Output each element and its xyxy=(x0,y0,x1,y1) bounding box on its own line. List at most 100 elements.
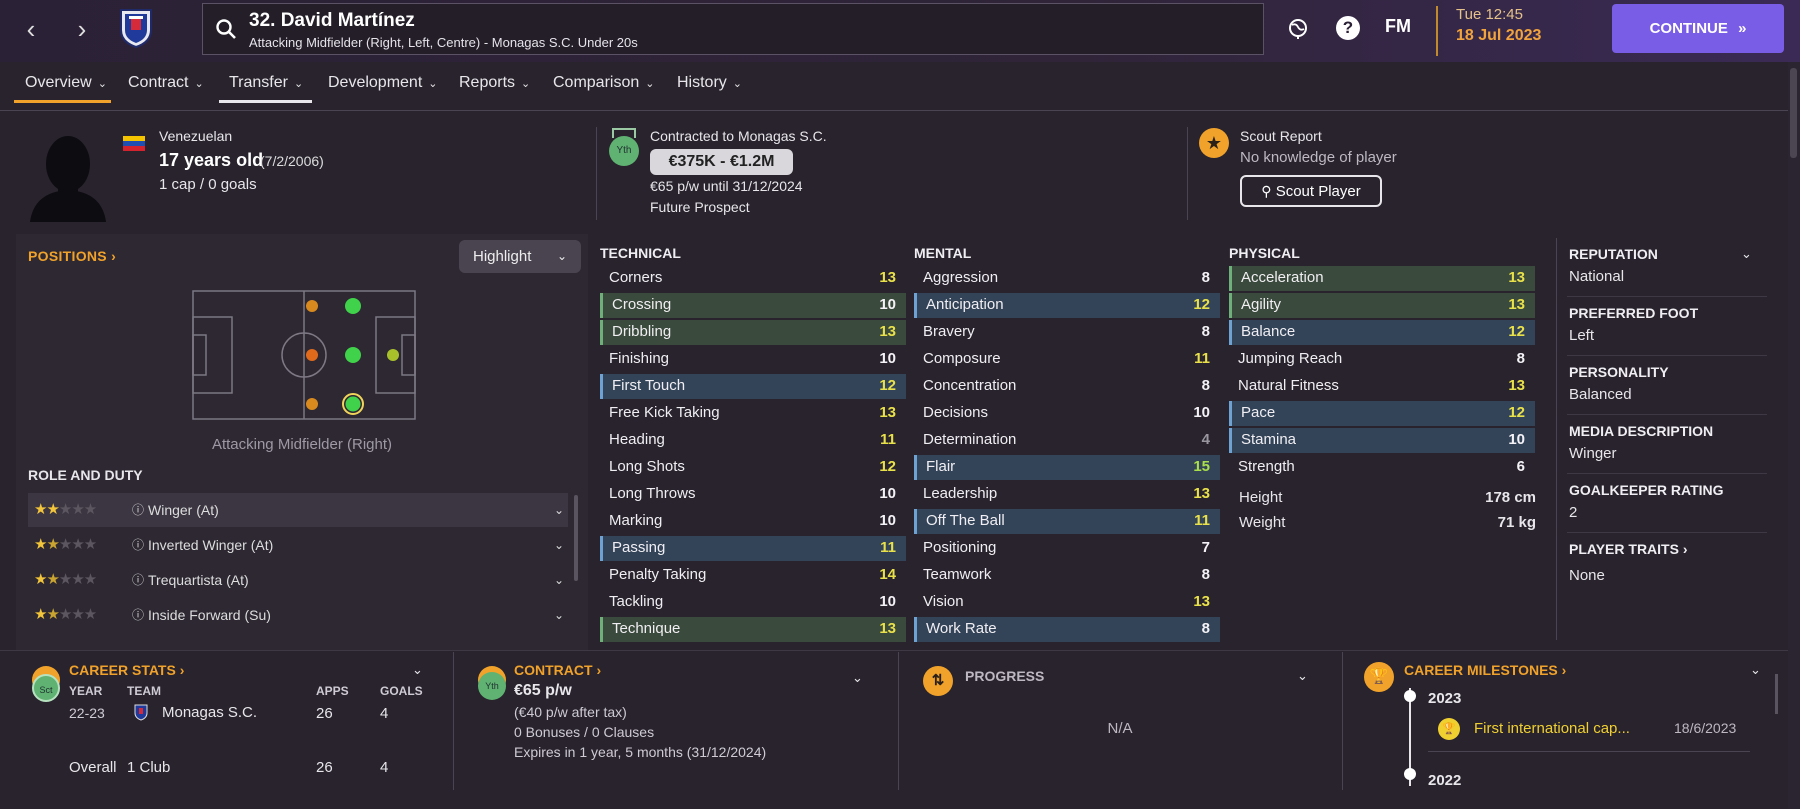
milestones-scrollbar[interactable] xyxy=(1775,674,1778,714)
attribute-value: 11 xyxy=(880,539,896,556)
contract-title[interactable]: CONTRACT › xyxy=(514,662,601,678)
info-icon[interactable]: ⓘ xyxy=(132,528,144,562)
attribute-row-penalty-taking[interactable]: Penalty Taking 14 xyxy=(600,563,906,588)
chevron-down-icon: ⌄ xyxy=(521,78,531,90)
attribute-row-pace[interactable]: Pace 12 xyxy=(1229,401,1535,426)
club-crest-icon[interactable] xyxy=(119,8,153,48)
role-rating-stars: ★★★★★ xyxy=(34,536,97,553)
attribute-row-first-touch[interactable]: First Touch 12 xyxy=(600,374,906,399)
back-arrow-icon[interactable]: ‹ xyxy=(16,14,46,44)
contract-after-tax: (€40 p/w after tax) xyxy=(514,704,627,720)
tab-transfer[interactable]: Transfer ⌄ xyxy=(229,74,303,92)
tab-overview[interactable]: Overview ⌄ xyxy=(25,74,107,92)
help-icon[interactable]: ? xyxy=(1336,16,1360,40)
tab-history[interactable]: History ⌄ xyxy=(677,74,742,92)
attribute-row-marking[interactable]: Marking 10 xyxy=(600,509,906,534)
transfer-value-range[interactable]: €375K - €1.2M xyxy=(650,149,793,175)
chevron-down-icon[interactable]: ⌄ xyxy=(554,493,564,527)
player-search-box[interactable]: 32. David Martínez Attacking Midfielder … xyxy=(202,3,1264,55)
chevron-right-icon: › xyxy=(596,662,602,678)
attribute-row-work-rate[interactable]: Work Rate 8 xyxy=(914,617,1220,642)
player-position-subtitle: Attacking Midfielder (Right, Left, Centr… xyxy=(249,35,638,50)
info-icon[interactable]: ⓘ xyxy=(132,563,144,597)
chevron-down-icon[interactable]: ⌄ xyxy=(554,528,564,562)
attribute-row-finishing[interactable]: Finishing 10 xyxy=(600,347,906,372)
attribute-row-dribbling[interactable]: Dribbling 13 xyxy=(600,320,906,345)
attribute-row-free-kick-taking[interactable]: Free Kick Taking 13 xyxy=(600,401,906,426)
attribute-row-tackling[interactable]: Tackling 10 xyxy=(600,590,906,615)
contract-bonuses: 0 Bonuses / 0 Clauses xyxy=(514,724,655,740)
tab-contract[interactable]: Contract ⌄ xyxy=(128,74,204,92)
page-scrollbar[interactable] xyxy=(1788,62,1800,809)
attribute-name: Aggression xyxy=(923,269,999,286)
scrollbar-thumb[interactable] xyxy=(1790,68,1797,158)
info-icon[interactable]: ⓘ xyxy=(132,493,144,527)
tab-comparison[interactable]: Comparison ⌄ xyxy=(553,74,654,92)
double-chevron-icon: » xyxy=(1738,20,1747,37)
roles-scrollbar[interactable] xyxy=(574,495,578,581)
scout-player-button[interactable]: ⚲ Scout Player xyxy=(1240,175,1382,207)
attribute-row-vision[interactable]: Vision 13 xyxy=(914,590,1220,615)
attribute-row-stamina[interactable]: Stamina 10 xyxy=(1229,428,1535,453)
physical-title: PHYSICAL xyxy=(1229,245,1300,261)
search-icon[interactable] xyxy=(215,18,237,40)
attribute-row-leadership[interactable]: Leadership 13 xyxy=(914,482,1220,507)
role-row-inside-forward[interactable]: ★★★★★ ⓘ Inside Forward (Su) ⌄ xyxy=(28,598,568,632)
tab-development[interactable]: Development ⌄ xyxy=(328,74,438,92)
globe-icon[interactable] xyxy=(1287,17,1309,39)
attribute-row-crossing[interactable]: Crossing 10 xyxy=(600,293,906,318)
positions-title[interactable]: POSITIONS › xyxy=(28,248,116,264)
milestone-item[interactable]: First international cap... xyxy=(1474,720,1630,737)
chevron-down-icon[interactable]: ⌄ xyxy=(412,662,423,678)
contract-wage: €65 p/w until 31/12/2024 xyxy=(650,178,803,194)
attribute-row-decisions[interactable]: Decisions 10 xyxy=(914,401,1220,426)
chevron-down-icon[interactable]: ⌄ xyxy=(554,563,564,597)
chevron-down-icon[interactable]: ⌄ xyxy=(1297,668,1308,684)
attribute-row-strength[interactable]: Strength 6 xyxy=(1229,455,1535,480)
attribute-name: Composure xyxy=(923,350,1001,367)
career-milestones-title[interactable]: CAREER MILESTONES › xyxy=(1404,662,1566,678)
role-row-inverted-winger[interactable]: ★★★★★ ⓘ Inverted Winger (At) ⌄ xyxy=(28,528,568,562)
stats-team[interactable]: Monagas S.C. xyxy=(162,704,257,721)
game-date-display[interactable]: Tue 12:45 18 Jul 2023 xyxy=(1436,6,1592,56)
attribute-row-teamwork[interactable]: Teamwork 8 xyxy=(914,563,1220,588)
attribute-name: Penalty Taking xyxy=(609,566,707,583)
attribute-value: 12 xyxy=(1508,323,1525,340)
col-team: TEAM xyxy=(127,684,161,698)
attribute-row-technique[interactable]: Technique 13 xyxy=(600,617,906,642)
role-row-trequartista[interactable]: ★★★★★ ⓘ Trequartista (At) ⌄ xyxy=(28,563,568,597)
tab-reports[interactable]: Reports ⌄ xyxy=(459,74,530,92)
chevron-down-icon[interactable]: ⌄ xyxy=(1750,662,1761,678)
player-traits-title[interactable]: PLAYER TRAITS › xyxy=(1569,541,1688,557)
player-traits-value: None xyxy=(1569,567,1605,584)
info-icon[interactable]: ⓘ xyxy=(132,598,144,632)
attribute-row-jumping-reach[interactable]: Jumping Reach 8 xyxy=(1229,347,1535,372)
attribute-row-acceleration[interactable]: Acceleration 13 xyxy=(1229,266,1535,291)
attribute-row-off-the-ball[interactable]: Off The Ball 11 xyxy=(914,509,1220,534)
career-stats-title[interactable]: CAREER STATS › xyxy=(69,662,184,678)
continue-button[interactable]: CONTINUE » xyxy=(1612,4,1784,53)
chevron-down-icon[interactable]: ⌄ xyxy=(554,598,564,632)
attribute-row-anticipation[interactable]: Anticipation 12 xyxy=(914,293,1220,318)
attribute-row-composure[interactable]: Composure 11 xyxy=(914,347,1220,372)
attribute-row-positioning[interactable]: Positioning 7 xyxy=(914,536,1220,561)
attribute-row-determination[interactable]: Determination 4 xyxy=(914,428,1220,453)
attribute-row-balance[interactable]: Balance 12 xyxy=(1229,320,1535,345)
forward-arrow-icon[interactable]: › xyxy=(67,14,97,44)
attribute-row-flair[interactable]: Flair 15 xyxy=(914,455,1220,480)
chevron-down-icon[interactable]: ⌄ xyxy=(1741,246,1752,262)
fm-menu-button[interactable]: FM xyxy=(1385,16,1411,37)
attribute-row-passing[interactable]: Passing 11 xyxy=(600,536,906,561)
attribute-row-natural-fitness[interactable]: Natural Fitness 13 xyxy=(1229,374,1535,399)
chevron-down-icon[interactable]: ⌄ xyxy=(852,670,863,686)
attribute-row-concentration[interactable]: Concentration 8 xyxy=(914,374,1220,399)
attribute-row-bravery[interactable]: Bravery 8 xyxy=(914,320,1220,345)
attribute-row-long-shots[interactable]: Long Shots 12 xyxy=(600,455,906,480)
highlight-dropdown[interactable]: Highlight ⌄ xyxy=(459,240,581,273)
attribute-row-agility[interactable]: Agility 13 xyxy=(1229,293,1535,318)
role-row-winger[interactable]: ★★★★★ ⓘ Winger (At) ⌄ xyxy=(28,493,568,527)
attribute-row-aggression[interactable]: Aggression 8 xyxy=(914,266,1220,291)
attribute-row-heading[interactable]: Heading 11 xyxy=(600,428,906,453)
attribute-row-corners[interactable]: Corners 13 xyxy=(600,266,906,291)
attribute-row-long-throws[interactable]: Long Throws 10 xyxy=(600,482,906,507)
